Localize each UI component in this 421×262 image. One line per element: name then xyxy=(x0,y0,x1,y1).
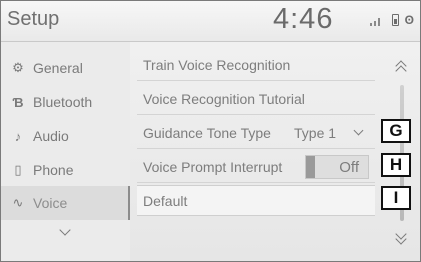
signal-icon xyxy=(369,14,386,26)
guidance-tone-value: Type 1 xyxy=(294,124,337,141)
row-voice-prompt-interrupt: Voice Prompt Interrupt Off xyxy=(137,151,375,183)
default-button[interactable]: Default xyxy=(137,185,375,216)
sidebar-item-label: Phone xyxy=(33,162,74,178)
toggle-state: Off xyxy=(339,159,359,176)
sidebar-item-label: Bluetooth xyxy=(33,94,93,110)
sidebar: ⚙ General Ɓ Bluetooth ♪ Audio ▯ Phone ∿ … xyxy=(1,42,130,261)
chevron-down-icon xyxy=(59,224,71,236)
phone-icon: ▯ xyxy=(14,162,22,177)
sidebar-more-button[interactable] xyxy=(57,224,73,240)
row-label: Train Voice Recognition xyxy=(143,56,291,73)
setup-screen: Setup 4:46 ʘ ⚙ General Ɓ Bluetooth ♪ Aud… xyxy=(0,0,421,262)
sidebar-item-label: Voice xyxy=(33,195,68,211)
row-train-voice-recognition[interactable]: Train Voice Recognition xyxy=(137,49,375,81)
callout-i: I xyxy=(381,186,411,210)
status-icons: ʘ xyxy=(369,13,414,27)
header-bar: Setup 4:46 ʘ xyxy=(1,1,420,42)
voice-prompt-toggle[interactable]: Off xyxy=(305,155,369,179)
chevron-down-icon xyxy=(353,125,364,136)
row-voice-recognition-tutorial[interactable]: Voice Recognition Tutorial xyxy=(137,83,375,115)
sidebar-item-label: General xyxy=(33,60,83,76)
row-label: Voice Prompt Interrupt xyxy=(143,158,283,175)
battery-icon xyxy=(391,14,399,26)
clock: 4:46 xyxy=(273,3,334,35)
sidebar-item-voice[interactable]: ∿ Voice xyxy=(1,186,130,220)
page-title: Setup xyxy=(7,8,60,30)
sidebar-item-bluetooth[interactable]: Ɓ Bluetooth xyxy=(1,85,130,119)
toggle-knob xyxy=(306,156,315,178)
scroll-down-button[interactable] xyxy=(393,228,409,245)
row-label: Default xyxy=(143,192,188,209)
scroll-up-button[interactable] xyxy=(393,59,409,77)
row-label: Guidance Tone Type xyxy=(143,124,271,141)
sidebar-item-label: Audio xyxy=(33,128,69,144)
row-guidance-tone-type[interactable]: Guidance Tone Type Type 1 xyxy=(137,117,375,149)
gear-icon: ⚙ xyxy=(12,60,24,75)
sidebar-item-general[interactable]: ⚙ General xyxy=(1,51,130,85)
callout-h: H xyxy=(381,153,411,177)
music-note-icon: ♪ xyxy=(14,128,22,144)
bluetooth-icon: ʘ xyxy=(404,13,414,27)
sidebar-item-phone[interactable]: ▯ Phone xyxy=(1,153,130,187)
callout-g: G xyxy=(381,119,411,143)
sidebar-item-audio[interactable]: ♪ Audio xyxy=(1,119,130,153)
row-label: Voice Recognition Tutorial xyxy=(143,90,305,107)
bluetooth-icon: Ɓ xyxy=(12,94,24,110)
voice-icon: ∿ xyxy=(12,195,24,210)
